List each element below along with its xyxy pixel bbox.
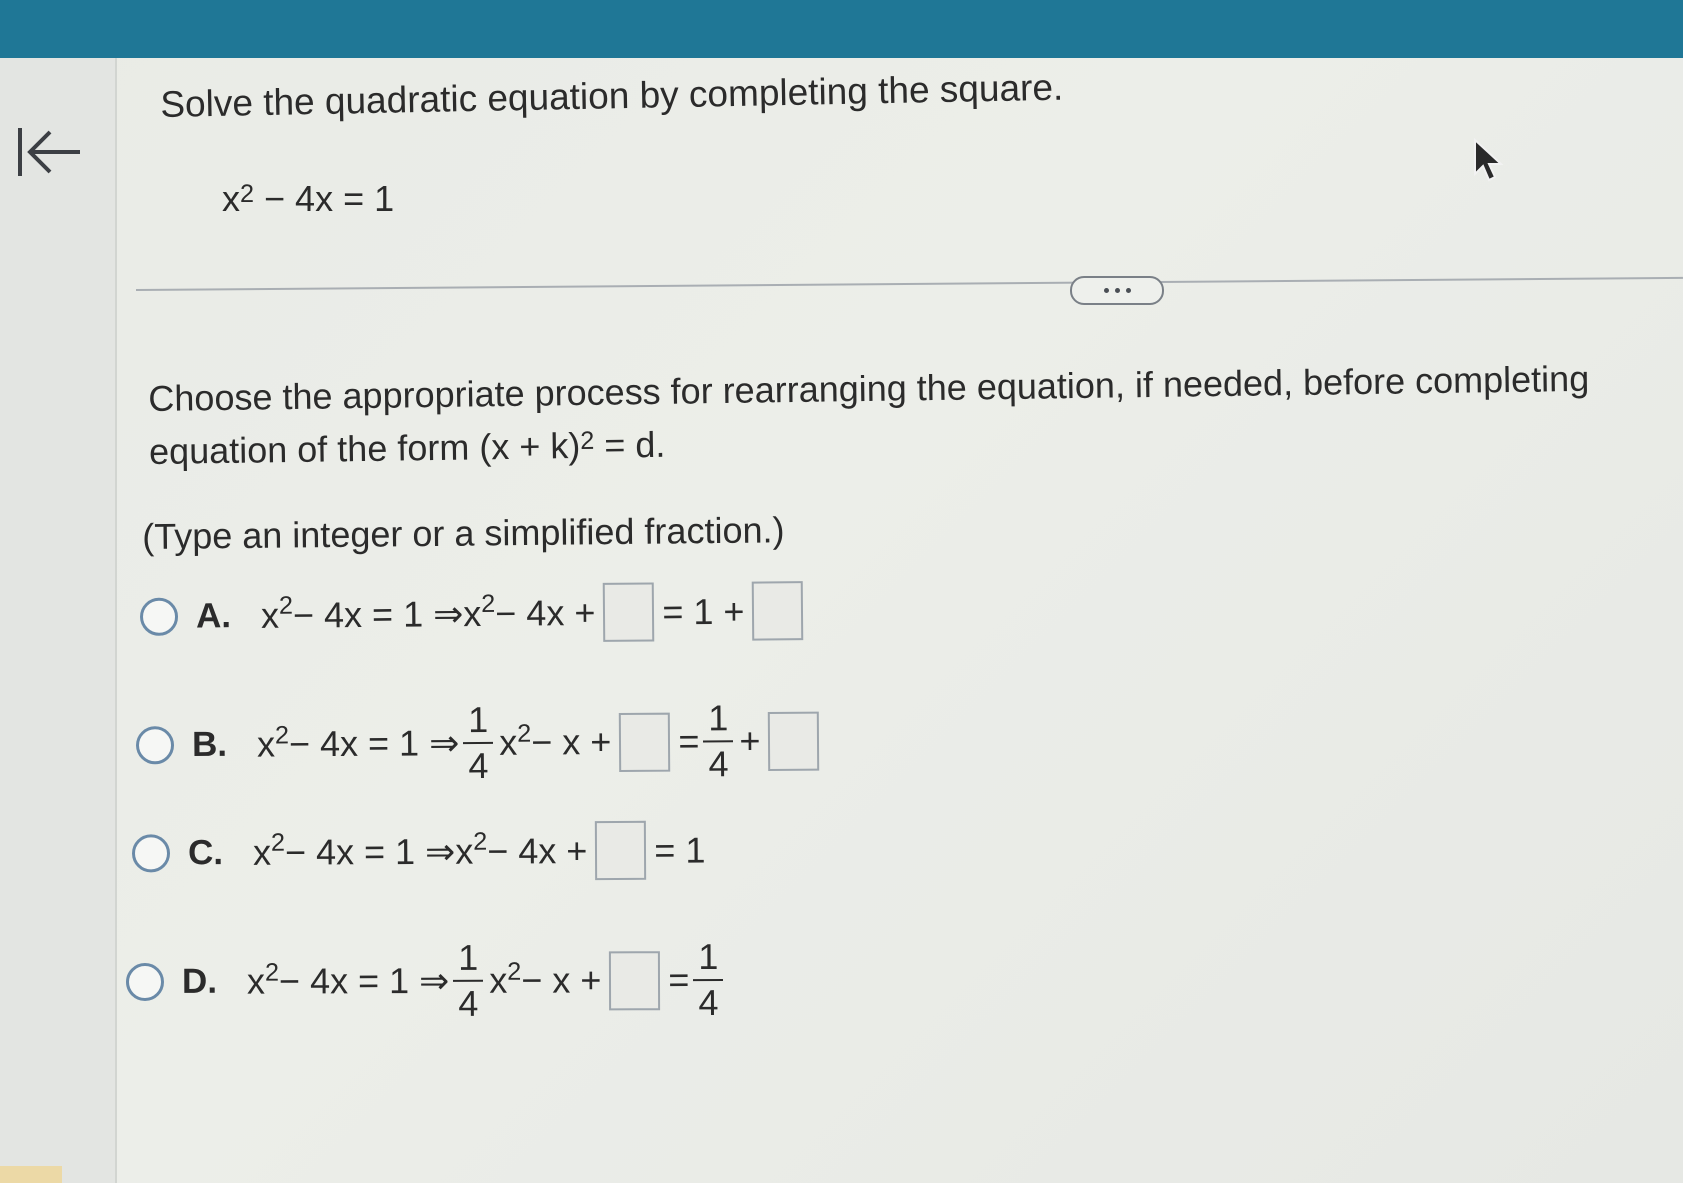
lhs-exp: 2 xyxy=(264,958,280,987)
option-c-radio[interactable] xyxy=(131,833,171,873)
fraction-numerator: 1 xyxy=(462,699,494,745)
rhs-rest: − 4x + xyxy=(487,829,588,872)
option-c[interactable]: C. x2 − 4x = 1 ⇒ x2 − 4x + = 1 xyxy=(131,820,706,882)
lhs-rest: − 4x = 1 ⇒ xyxy=(292,592,464,636)
answer-box-2[interactable] xyxy=(752,581,804,641)
answer-hint: (Type an integer or a simplified fractio… xyxy=(142,509,785,557)
rhs-base: x xyxy=(463,592,482,634)
given-equation: x2 − 4x = 1 xyxy=(222,178,394,220)
answer-box-1[interactable] xyxy=(595,820,647,881)
rhs-rest: − x + xyxy=(531,721,612,763)
eq-exponent: 2 xyxy=(240,180,255,209)
option-a[interactable]: A. x2 − 4x = 1 ⇒ x2 − 4x + = 1 + xyxy=(139,581,812,646)
instruction-suffix: = d. xyxy=(594,423,666,466)
plus: + xyxy=(739,720,761,762)
equals: = xyxy=(668,959,690,1001)
option-letter: C. xyxy=(187,832,224,872)
answer-box-1[interactable] xyxy=(609,950,661,1010)
lhs-exp: 2 xyxy=(278,591,294,620)
rhs-rest: − x + xyxy=(521,959,602,1001)
option-b-radio[interactable] xyxy=(135,726,175,765)
instruction-exponent: 2 xyxy=(580,426,595,456)
mouse-pointer-icon xyxy=(1474,138,1504,182)
lhs-base: x xyxy=(260,594,280,636)
lhs-rest: − 4x = 1 ⇒ xyxy=(288,722,460,765)
rhs-base: x xyxy=(455,830,474,872)
fraction-denominator: 4 xyxy=(468,744,489,787)
more-button[interactable] xyxy=(1070,276,1164,305)
fraction-denominator: 4 xyxy=(458,982,479,1024)
eq-mid: = 1 + xyxy=(662,590,745,632)
eq-rest: − 4x = 1 xyxy=(254,178,395,219)
fraction: 14 xyxy=(693,936,724,1024)
section-divider xyxy=(135,276,1683,291)
option-letter: A. xyxy=(195,595,232,635)
fraction-denominator: 4 xyxy=(698,981,719,1024)
fraction: 14 xyxy=(453,937,484,1024)
answer-box-2[interactable] xyxy=(768,711,820,771)
left-panel xyxy=(0,58,117,1183)
lhs-rest: − 4x = 1 ⇒ xyxy=(284,830,456,873)
option-d[interactable]: D. x2 − 4x = 1 ⇒ 14 x2 − x + = 14 xyxy=(125,936,730,1025)
bottom-left-strip xyxy=(0,1166,62,1183)
fraction-denominator: 4 xyxy=(708,743,729,785)
lhs-base: x xyxy=(252,831,272,873)
rhs-base: x xyxy=(489,959,508,1001)
option-d-radio[interactable] xyxy=(125,962,165,1002)
lhs-base: x xyxy=(256,723,276,765)
option-letter: B. xyxy=(191,724,228,765)
fraction: 14 xyxy=(462,699,494,787)
instruction: Choose the appropriate process for rearr… xyxy=(148,352,1590,483)
fraction-numerator: 1 xyxy=(453,937,484,982)
instruction-prefix: equation of the form (x + k) xyxy=(148,424,581,472)
answer-box-1[interactable] xyxy=(603,582,655,642)
fraction-numerator: 1 xyxy=(693,936,724,982)
answer-box-1[interactable] xyxy=(619,712,671,772)
ellipsis-icon xyxy=(1125,288,1131,293)
question-title: Solve the quadratic equation by completi… xyxy=(160,66,1064,125)
rhs-exp: 2 xyxy=(473,827,488,856)
rhs-base: x xyxy=(499,721,518,763)
fraction-numerator: 1 xyxy=(703,697,734,743)
lhs-rest: − 4x = 1 ⇒ xyxy=(278,959,450,1002)
equals: = xyxy=(678,720,700,762)
ellipsis-icon xyxy=(1103,288,1109,293)
first-page-arrow-icon[interactable] xyxy=(14,122,84,182)
rhs-exp: 2 xyxy=(507,957,522,986)
option-a-radio[interactable] xyxy=(139,597,179,636)
fraction: 14 xyxy=(703,697,734,785)
lhs-base: x xyxy=(246,960,266,1002)
rhs-rest: − 4x + xyxy=(495,591,596,634)
lhs-exp: 2 xyxy=(274,721,290,750)
tail: = 1 xyxy=(654,828,706,871)
rhs-exp: 2 xyxy=(517,719,532,748)
top-bar xyxy=(0,0,1683,58)
ellipsis-icon xyxy=(1114,288,1120,293)
eq-base: x xyxy=(222,178,240,219)
option-b[interactable]: B. x2 − 4x = 1 ⇒ 14 x2 − x + = 14 + xyxy=(135,697,828,789)
option-letter: D. xyxy=(181,961,218,1001)
rhs-exp: 2 xyxy=(481,590,496,619)
lhs-exp: 2 xyxy=(270,828,286,857)
